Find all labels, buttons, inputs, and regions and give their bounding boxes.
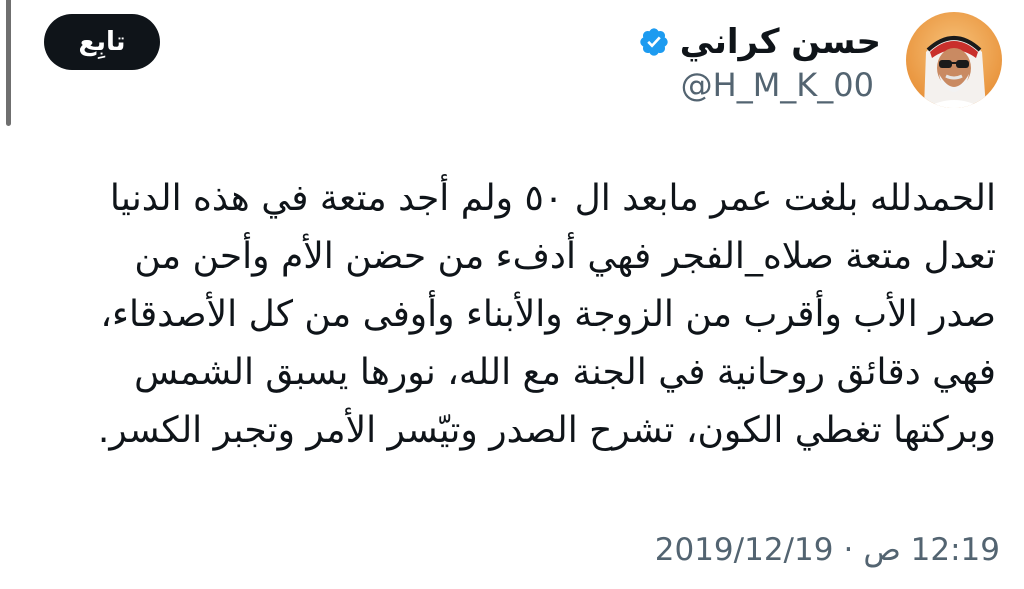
author-handle[interactable]: @H_M_K_00 <box>681 63 874 107</box>
tweet-text-line: صدر الأب وأقرب من الزوجة والأبناء وأوفى … <box>100 294 996 335</box>
author-display-name[interactable]: حسن كراني <box>680 18 881 66</box>
meta-separator: · <box>843 532 854 568</box>
avatar-image <box>906 12 1002 108</box>
tweet-text-line: فهي دقائق روحانية في الجنة مع الله، نوره… <box>134 352 996 393</box>
author-name-row: حسن كراني <box>638 18 881 66</box>
follow-button[interactable]: تابِع <box>44 14 160 70</box>
avatar[interactable] <box>906 12 1002 108</box>
tweet-date: 2019/12/19 <box>654 532 834 568</box>
tweet-timestamp[interactable]: 12:19 ص·2019/12/19 <box>655 528 1000 572</box>
tweet-text-line: وبركتها تغطي الكون، تشرح الصدر وتيّسر ال… <box>97 410 996 451</box>
tweet-text: الحمدلله بلغت عمر مابعد ال ٥٠ ولم أجد مت… <box>26 170 996 460</box>
tweet-text-line: تعدل متعة صلاه_الفجر فهي أدفء من حضن الأ… <box>134 236 996 277</box>
tweet-header: حسن كراني @H_M_K_00 تابِع <box>0 0 1024 130</box>
tweet-text-line: الحمدلله بلغت عمر مابعد ال ٥٠ ولم أجد مت… <box>109 178 996 219</box>
verified-badge-icon <box>638 26 670 58</box>
tweet-time: 12:19 ص <box>863 532 1000 568</box>
